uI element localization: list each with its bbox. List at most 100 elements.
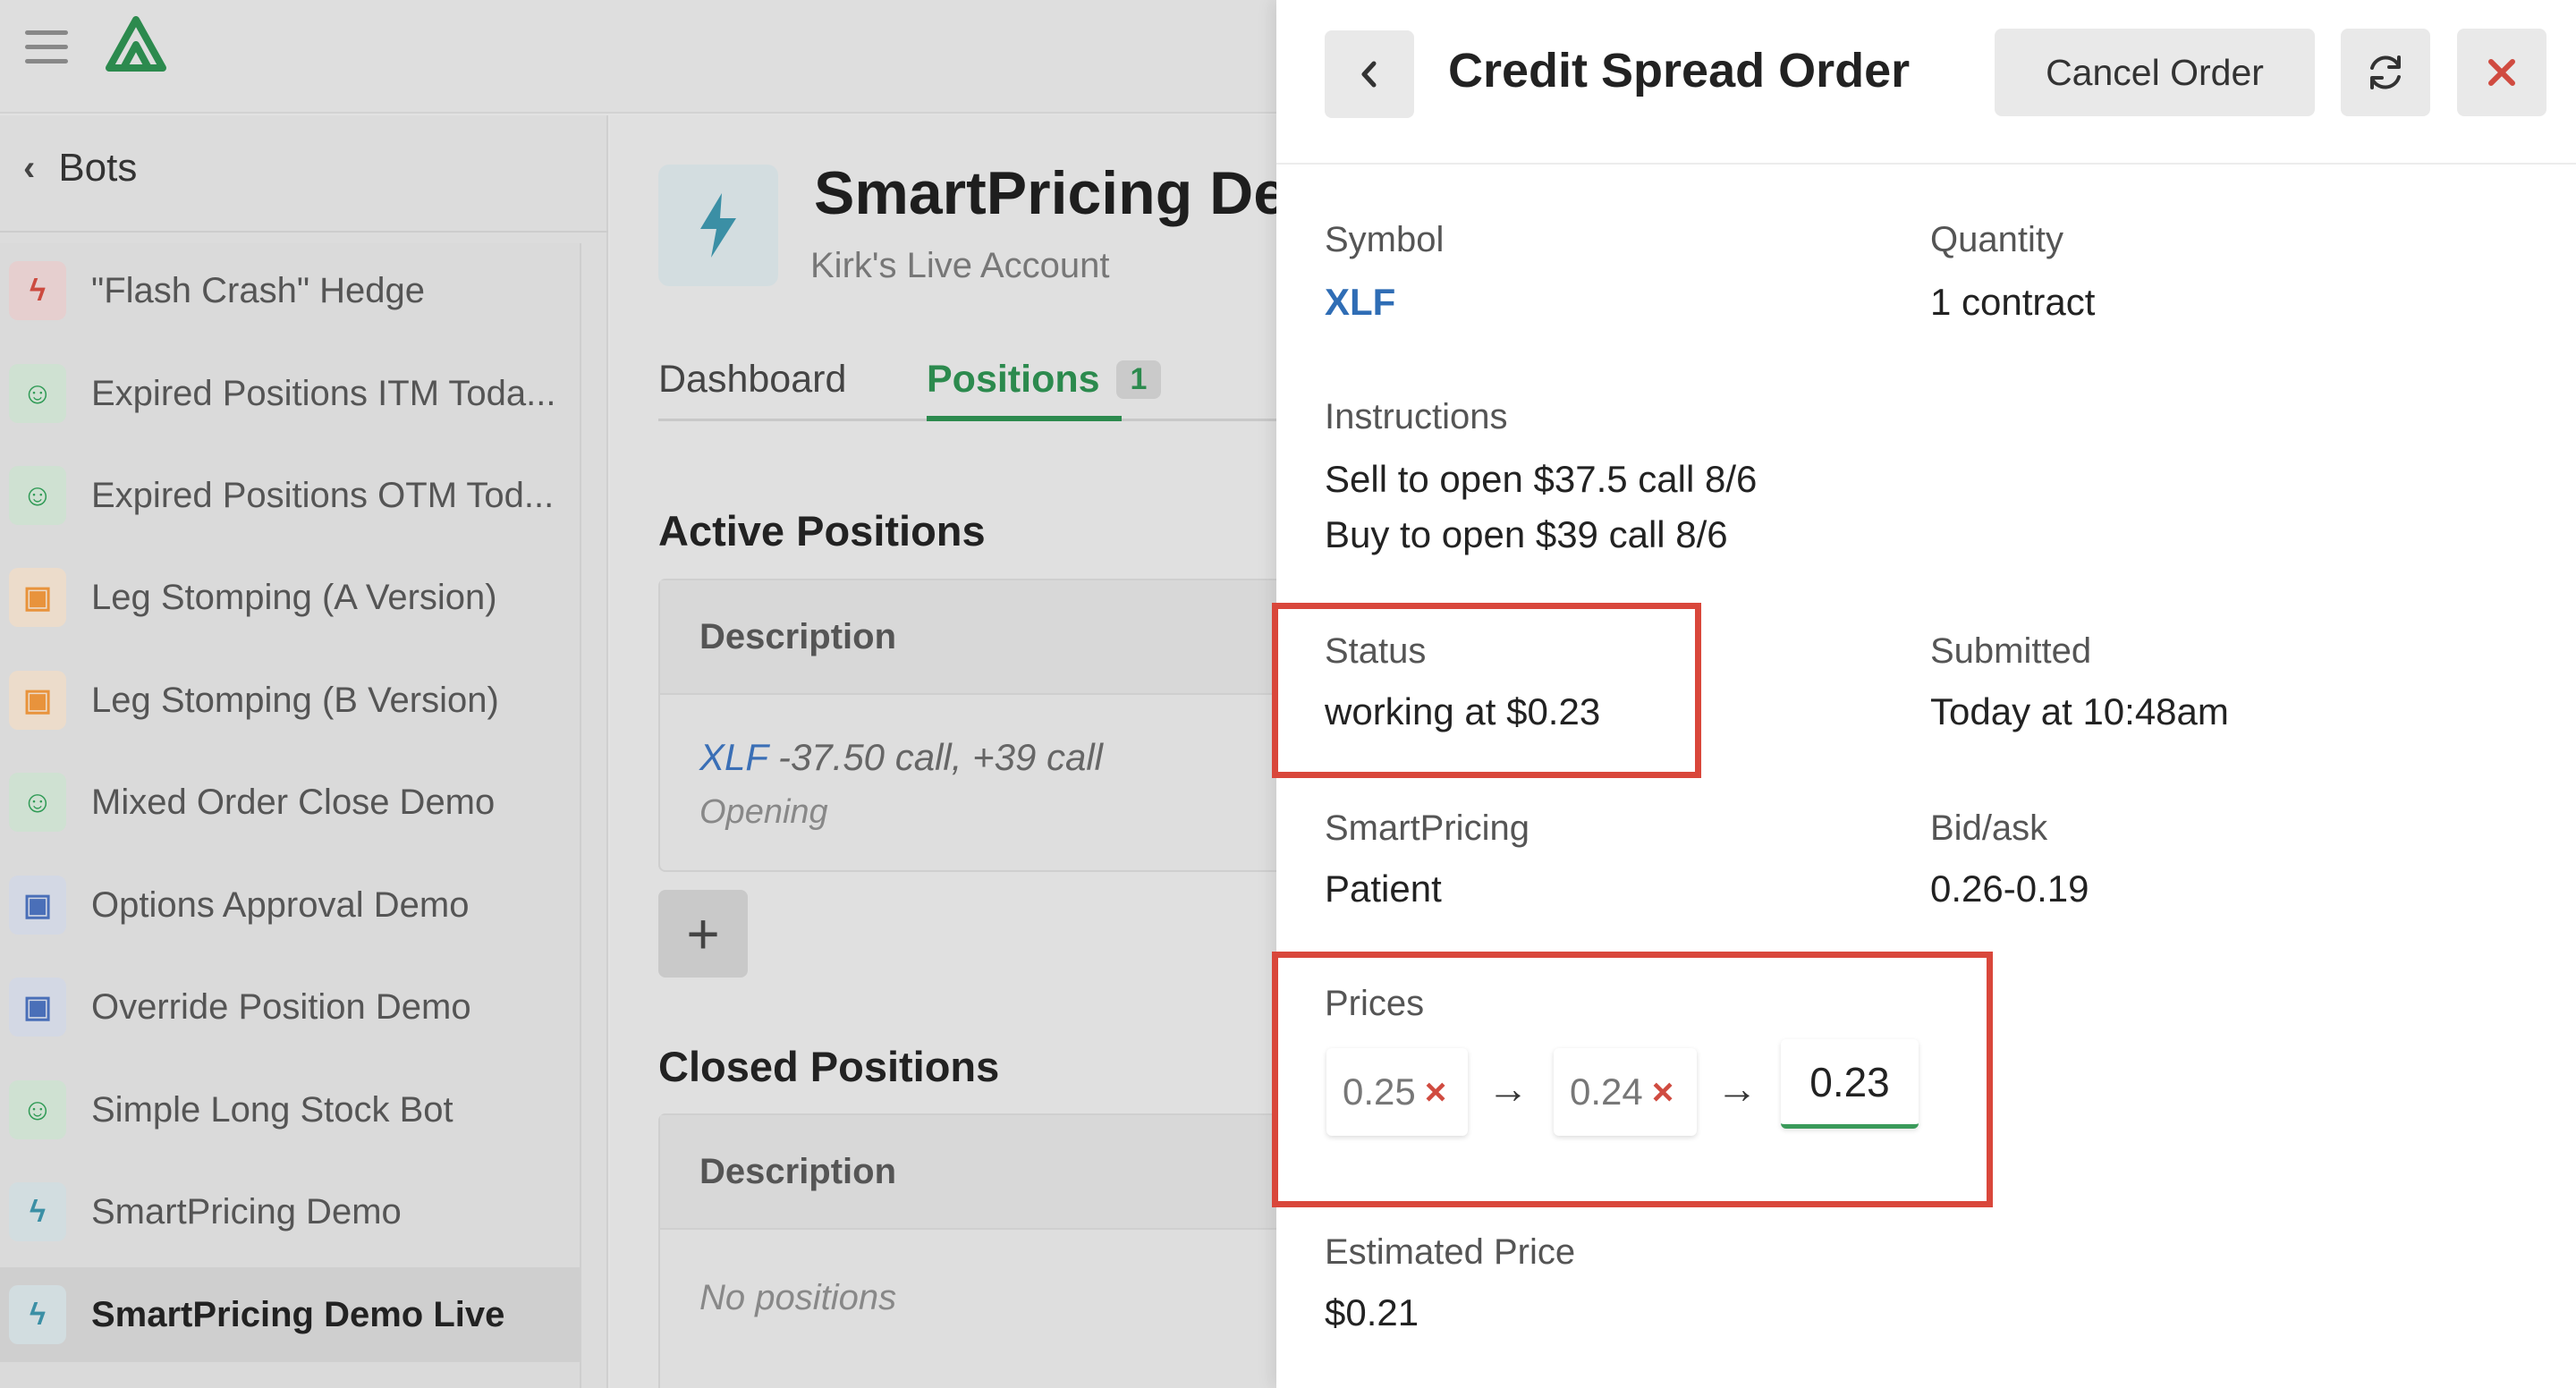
bot-list: ϟ "Flash Crash" Hedge ☺ Expired Position… xyxy=(0,243,581,1388)
price-history-chip: 0.25 × xyxy=(1326,1048,1468,1136)
plus-icon: + xyxy=(686,901,720,966)
smartpricing-value: Patient xyxy=(1325,868,1442,910)
position-symbol[interactable]: XLF xyxy=(699,736,767,778)
tab-bar: Dashboard Positions 1 Au xyxy=(658,350,1276,421)
sidebar-item-leg-stomping-b[interactable]: ▣ Leg Stomping (B Version) xyxy=(0,653,581,748)
active-positions-table: Description XLF -37.50 call, +39 call Op… xyxy=(658,579,1276,872)
sidebar-item-label: "Flash Crash" Hedge xyxy=(91,270,426,310)
table-header-description: Description xyxy=(660,580,1276,695)
closed-positions-table: Description No positions xyxy=(658,1113,1276,1388)
bid-ask-label: Bid/ask xyxy=(1930,808,2048,848)
panel-header: Credit Spread Order Cancel Order xyxy=(1276,0,2576,165)
symbol-value[interactable]: XLF xyxy=(1325,281,1395,324)
sidebar-item-label: Simple Long Stock Bot xyxy=(91,1089,453,1130)
positions-count-badge: 1 xyxy=(1115,360,1162,399)
estimated-price-label: Estimated Price xyxy=(1325,1232,1576,1272)
price-value: 0.25 xyxy=(1343,1071,1416,1113)
empty-state: No positions xyxy=(699,1278,897,1317)
position-status: Opening xyxy=(699,793,828,831)
bot-face-icon: ☺ xyxy=(9,364,66,423)
status-label: Status xyxy=(1325,631,1427,671)
sidebar-item-label: Expired Positions ITM Toda... xyxy=(91,373,556,413)
sidebar-item-label: SmartPricing Demo xyxy=(91,1191,402,1231)
app-logo-icon[interactable] xyxy=(100,14,172,77)
add-position-button[interactable]: + xyxy=(658,890,748,978)
sidebar-item-label: Options Approval Demo xyxy=(91,884,470,925)
status-value: working at $0.23 xyxy=(1325,690,1601,732)
smartpricing-label: SmartPricing xyxy=(1325,808,1530,848)
sidebar-item-leg-stomping-a[interactable]: ▣ Leg Stomping (A Version) xyxy=(0,550,581,645)
symbol-label: Symbol xyxy=(1325,220,1445,259)
sidebar-item-flash-crash-hedge[interactable]: ϟ "Flash Crash" Hedge xyxy=(0,243,581,338)
table-row: No positions xyxy=(660,1230,1276,1318)
sidebar-item-label: Override Position Demo xyxy=(91,986,471,1027)
sidebar-item-label: SmartPricing Demo Live xyxy=(91,1294,505,1334)
instruction-line: Buy to open $39 call 8/6 xyxy=(1325,513,1728,555)
tab-label: Dashboard xyxy=(658,357,847,401)
arrow-right-icon: → xyxy=(1487,1065,1529,1112)
tab-label: Positions xyxy=(927,357,1100,401)
sidebar-item-override-position[interactable]: ▣ Override Position Demo xyxy=(0,960,581,1054)
submitted-value: Today at 10:48am xyxy=(1930,690,2229,732)
position-description: XLF -37.50 call, +39 call xyxy=(699,736,1276,779)
lightning-icon: ϟ xyxy=(9,1285,66,1344)
panel-title: Credit Spread Order xyxy=(1448,44,1911,97)
current-price: 0.23 xyxy=(1781,1039,1919,1129)
back-button[interactable] xyxy=(1325,30,1414,118)
lightning-icon: ϟ xyxy=(9,261,66,320)
order-detail-panel: Credit Spread Order Cancel Order Symbol … xyxy=(1272,0,2576,1388)
bot-face-icon: ☺ xyxy=(9,466,66,525)
table-row[interactable]: XLF -37.50 call, +39 call Opening xyxy=(660,736,1276,832)
sidebar-item-expired-itm[interactable]: ☺ Expired Positions ITM Toda... xyxy=(0,346,581,441)
sidebar-item-simple-long-stock[interactable]: ☺ Simple Long Stock Bot xyxy=(0,1062,581,1157)
table-header-description: Description xyxy=(660,1115,1276,1230)
robot-icon: ▣ xyxy=(9,978,66,1037)
account-name: Kirk's Live Account xyxy=(810,246,1110,285)
cancel-order-button[interactable]: Cancel Order xyxy=(1995,29,2315,116)
sidebar-item-label: Leg Stomping (A Version) xyxy=(91,577,497,617)
lightning-icon xyxy=(658,165,778,286)
bid-ask-value: 0.26-0.19 xyxy=(1930,868,2089,910)
instruction-line: Sell to open $37.5 call 8/6 xyxy=(1325,458,1758,500)
rejected-x-icon: × xyxy=(1424,1071,1447,1113)
close-icon xyxy=(2488,59,2515,86)
sidebar-item-expired-otm[interactable]: ☺ Expired Positions OTM Tod... xyxy=(0,448,581,543)
bots-back-link[interactable]: ‹ Bots xyxy=(23,143,137,193)
sidebar-item-smartpricing-demo-live[interactable]: ϟ SmartPricing Demo Live xyxy=(0,1267,581,1362)
bot-title: SmartPricing De xyxy=(814,159,1276,227)
price-history-chip: 0.24 × xyxy=(1554,1048,1697,1136)
chevron-left-icon xyxy=(1361,61,1377,88)
lightning-icon: ϟ xyxy=(9,1182,66,1241)
refresh-icon xyxy=(2370,55,2401,89)
sidebar-item-mixed-order-close[interactable]: ☺ Mixed Order Close Demo xyxy=(0,755,581,850)
refresh-button[interactable] xyxy=(2341,29,2430,116)
bot-face-icon: ☺ xyxy=(9,1080,66,1139)
robot-icon: ▣ xyxy=(9,671,66,730)
sidebar-item-label: Leg Stomping (B Version) xyxy=(91,680,499,720)
active-tab-indicator xyxy=(927,416,1122,421)
top-bar xyxy=(0,0,1276,114)
robot-icon: ▣ xyxy=(9,876,66,935)
position-legs: -37.50 call, +39 call xyxy=(777,736,1104,778)
sidebar-item-label: Mixed Order Close Demo xyxy=(91,782,496,822)
tab-positions[interactable]: Positions 1 xyxy=(927,350,1162,409)
sidebar-item-smartpricing-demo[interactable]: ϟ SmartPricing Demo xyxy=(0,1164,581,1259)
robot-icon: ▣ xyxy=(9,568,66,627)
sidebar-divider xyxy=(0,231,608,233)
bot-detail: SmartPricing De Kirk's Live Account Dash… xyxy=(610,115,1276,1388)
close-button[interactable] xyxy=(2457,29,2546,116)
rejected-x-icon: × xyxy=(1651,1071,1674,1113)
tab-dashboard[interactable]: Dashboard xyxy=(658,350,846,409)
quantity-label: Quantity xyxy=(1930,220,2063,259)
arrow-right-icon: → xyxy=(1716,1065,1758,1112)
submitted-label: Submitted xyxy=(1930,631,2092,671)
price-value: 0.24 xyxy=(1570,1071,1643,1113)
active-positions-title: Active Positions xyxy=(658,507,986,554)
hamburger-menu-icon[interactable] xyxy=(25,30,68,66)
prices-label: Prices xyxy=(1325,984,1425,1023)
bot-face-icon: ☺ xyxy=(9,773,66,832)
sidebar-item-options-approval[interactable]: ▣ Options Approval Demo xyxy=(0,858,581,952)
closed-positions-title: Closed Positions xyxy=(658,1043,1000,1090)
estimated-price-value: $0.21 xyxy=(1325,1291,1419,1333)
sidebar-item-label: Expired Positions OTM Tod... xyxy=(91,475,555,515)
